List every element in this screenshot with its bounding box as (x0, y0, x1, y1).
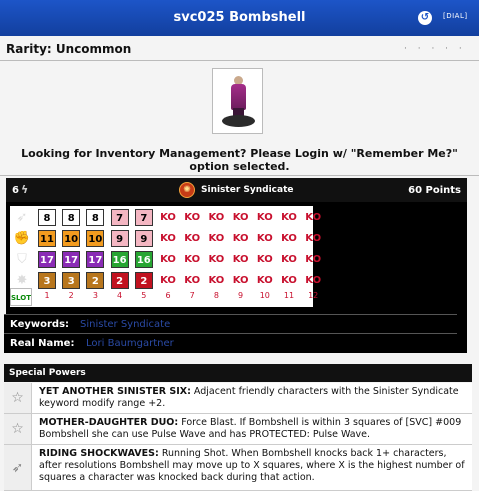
slot-number[interactable]: 4 (111, 291, 129, 300)
dial-cell: KO (305, 233, 322, 244)
dial-cell: 11 (38, 230, 56, 247)
fist-icon: ✊ (13, 231, 31, 246)
star-icon: ☆ (4, 414, 32, 444)
power-item: ☆ YET ANOTHER SINISTER SIX: Adjacent fri… (4, 383, 472, 414)
realname-value[interactable]: Lori Baumgartner (86, 338, 174, 349)
dial-cell: 16 (134, 251, 153, 268)
shield-icon: ⛉ (17, 252, 27, 267)
dial-cell: 3 (62, 272, 81, 289)
dial-cell: KO (232, 233, 249, 244)
dial-cell: KO (256, 212, 273, 223)
slot-number[interactable]: 10 (256, 291, 274, 300)
dial-cell: KO (160, 275, 176, 286)
back-icon[interactable]: ↺ (418, 11, 432, 25)
dial-cell: KO (256, 254, 273, 265)
dial-cell: KO (160, 254, 176, 265)
slot-number[interactable]: 12 (304, 291, 322, 300)
realname-row: Real Name: Lori Baumgartner (4, 333, 457, 353)
star-icon: ☆ (4, 383, 32, 413)
dial-cell: KO (232, 275, 249, 286)
dial-cell: KO (184, 233, 201, 244)
page-title: svc025 Bombshell (173, 10, 306, 25)
dial-cell: KO (281, 233, 297, 244)
dial-cell: KO (256, 233, 273, 244)
slot-number[interactable]: 7 (183, 291, 201, 300)
keywords-value[interactable]: Sinister Syndicate (80, 319, 170, 330)
dial-header: 6 ϟ ✺ Sinister Syndicate 60 Points (6, 178, 467, 202)
dial-cell: 9 (110, 230, 129, 247)
dial-cell: 16 (110, 251, 129, 268)
boot-icon: ➶ (16, 210, 28, 225)
dial-cell: 10 (62, 230, 81, 247)
keywords-row: Keywords: Sinister Syndicate (4, 314, 457, 334)
divider (0, 175, 479, 176)
dial-link[interactable]: [DIAL] (443, 12, 468, 20)
starburst-icon: ✸ (16, 273, 28, 288)
team-logo-icon: ✺ (179, 182, 195, 198)
realname-label: Real Name: (10, 338, 75, 349)
title-bar: svc025 Bombshell ↺ [DIAL] (0, 0, 479, 36)
dial-cell: 17 (62, 251, 81, 268)
dial-cell: KO (160, 212, 176, 223)
dial-cell: 8 (38, 209, 56, 226)
dial-cell: 17 (38, 251, 56, 268)
power-item: ➶ RIDING SHOCKWAVES: Running Shot. When … (4, 445, 472, 491)
dial-cell: KO (256, 275, 273, 286)
dial-cell: KO (184, 254, 201, 265)
special-powers-heading: Special Powers (4, 364, 472, 382)
dial-cell: KO (184, 275, 201, 286)
dial-cell: 2 (134, 272, 153, 289)
slot-number[interactable]: 6 (159, 291, 177, 300)
points-value: 60 Points (408, 185, 461, 196)
slot-number[interactable]: 2 (62, 291, 80, 300)
power-item: ☆ MOTHER-DAUGHTER DUO: Force Blast. If B… (4, 414, 472, 445)
slot-number[interactable]: 9 (232, 291, 250, 300)
slot-label: SLOT (10, 288, 32, 306)
rating-dots[interactable]: · · · · · (404, 44, 466, 54)
dial-cell: KO (208, 275, 225, 286)
dial-cell: KO (208, 254, 225, 265)
dial-cell: KO (281, 275, 297, 286)
slot-number[interactable]: 11 (280, 291, 298, 300)
dial-cell: 8 (86, 209, 105, 226)
login-notice: Looking for Inventory Management? Please… (21, 147, 458, 173)
dial-cell: KO (208, 212, 225, 223)
power-name: MOTHER-DAUGHTER DUO: (39, 417, 179, 428)
dial-cell: 17 (86, 251, 105, 268)
power-name: RIDING SHOCKWAVES: (39, 448, 159, 459)
dial-cell: 3 (38, 272, 56, 289)
divider (0, 60, 479, 61)
keywords-label: Keywords: (10, 319, 70, 330)
dial-cell: 9 (134, 230, 153, 247)
boot-icon: ➶ (4, 445, 32, 490)
dial-cell: 2 (86, 272, 105, 289)
bolt-icon: ϟ (21, 183, 29, 196)
point-prefix: 6 (12, 185, 19, 196)
dial-cell: KO (281, 254, 297, 265)
dial-cell: KO (232, 212, 249, 223)
rarity-label: Rarity: Uncommon (6, 42, 132, 56)
power-name: YET ANOTHER SINISTER SIX: (39, 386, 191, 397)
dial-cell: 7 (134, 209, 153, 226)
dial-cell: KO (305, 254, 322, 265)
slot-number[interactable]: 5 (135, 291, 153, 300)
dial-cell: KO (305, 212, 322, 223)
dial-cell: KO (232, 254, 249, 265)
dial-cell: 2 (110, 272, 129, 289)
dial-cell: KO (208, 233, 225, 244)
slot-number[interactable]: 3 (86, 291, 104, 300)
dial-cell: KO (281, 212, 297, 223)
dial-cell: KO (160, 233, 176, 244)
dial-cell: KO (184, 212, 201, 223)
slot-number[interactable]: 1 (38, 291, 56, 300)
figure-image[interactable] (212, 68, 263, 134)
dial-cell: 10 (86, 230, 105, 247)
dial-cell: KO (305, 275, 322, 286)
dial-cell: 7 (110, 209, 129, 226)
dial-cell: 8 (62, 209, 81, 226)
slot-number[interactable]: 8 (207, 291, 225, 300)
team-name: Sinister Syndicate (201, 185, 294, 195)
